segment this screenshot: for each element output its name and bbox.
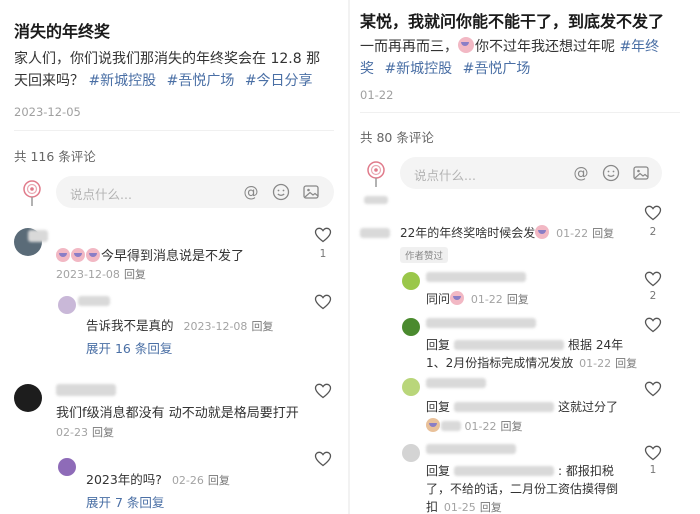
right-post-panel: 某悦，我就问你能不能干了，到底发不发了 一而再再而三， 你不过年我还想过年呢 #年…: [350, 0, 700, 514]
avatar[interactable]: [402, 378, 420, 396]
expand-replies-link[interactable]: 展开 16 条回复: [86, 338, 172, 357]
comment-meta: 2023-12-08 回复: [56, 268, 146, 281]
comment-count: 共 116 条评论: [14, 149, 96, 164]
post-body-line-1: 一而再再而三，: [360, 39, 458, 55]
reply-button[interactable]: 回复: [251, 320, 273, 333]
avatar[interactable]: [58, 296, 76, 314]
blurred-username: [28, 230, 48, 242]
lollipop-avatar-icon: [20, 179, 44, 207]
reply-text: 告诉我不是真的 2023-12-08 回复: [86, 318, 274, 333]
comment-text: 今早得到消息说是不发了: [56, 245, 244, 264]
blurred-username: [56, 384, 116, 396]
heart-icon[interactable]: [644, 316, 662, 334]
blurred-username: [426, 318, 536, 328]
post-body: 一而再再而三， 你不过年我还想过年呢 #年终 奖 #新城控股 #吾悦广场: [360, 37, 660, 77]
like-count: 2: [649, 226, 657, 238]
comment-text-line-3: 扣 01-25 回复: [426, 500, 502, 514]
expand-replies-link[interactable]: 展开 7 条回复: [86, 492, 164, 511]
blurred-username: [426, 272, 526, 282]
post-title: 消失的年终奖: [14, 22, 111, 41]
pig-emoji-icon: [458, 37, 474, 53]
heart-icon[interactable]: [314, 226, 332, 244]
comment-count: 共 80 条评论: [360, 130, 434, 145]
lollipop-avatar-icon: [364, 160, 388, 188]
reply-button[interactable]: 回复: [124, 268, 146, 281]
like-count: 1: [319, 248, 327, 260]
comment-text: 我们f级消息都没有 动不动就是格局要打开: [56, 406, 299, 421]
comment-input[interactable]: 说点什么... @: [400, 157, 662, 189]
comment-text-line-2: 了，不给的话，二月份工资估摸得倒: [426, 482, 619, 496]
comment-input-placeholder: 说点什么...: [70, 187, 132, 202]
post-date: 01-22: [360, 88, 394, 102]
avatar[interactable]: [14, 384, 42, 412]
heart-icon[interactable]: [644, 444, 662, 462]
reply-button[interactable]: 回复: [500, 420, 522, 433]
avatar[interactable]: [402, 444, 420, 462]
heart-icon[interactable]: [314, 382, 332, 400]
emoji-icon: [426, 418, 440, 432]
reply-button[interactable]: 回复: [480, 501, 502, 514]
avatar[interactable]: [402, 272, 420, 290]
heart-icon[interactable]: [644, 270, 662, 288]
smile-icon[interactable]: [602, 164, 620, 182]
blurred-username: [426, 444, 516, 454]
hashtag-link[interactable]: #新城控股: [88, 73, 156, 89]
image-icon[interactable]: [632, 164, 650, 182]
post-body: 家人们，你们说我们那消失的年终奖会在 12.8 那 天回来吗？ #新城控股 #吾…: [14, 48, 344, 92]
comment-text: 回复 这就过分了: [426, 400, 619, 414]
like-count: 1: [649, 464, 657, 476]
blurred-username: [364, 196, 388, 204]
pig-emoji-icon: [535, 225, 550, 239]
avatar[interactable]: [402, 318, 420, 336]
blurred-username: [360, 228, 390, 238]
divider: [14, 130, 334, 131]
at-icon[interactable]: @: [242, 183, 260, 201]
comment-meta: 02-23 回复: [56, 426, 114, 439]
like-count: 2: [649, 290, 657, 302]
reply-button[interactable]: 回复: [507, 293, 529, 306]
pig-emoji-icon: [56, 248, 70, 262]
pig-emoji-icon: [71, 248, 85, 262]
post-date: 2023-12-05: [14, 105, 81, 119]
left-post-panel: 消失的年终奖 家人们，你们说我们那消失的年终奖会在 12.8 那 天回来吗？ #…: [0, 0, 348, 514]
hashtag-link[interactable]: #今日分享: [245, 73, 313, 89]
smile-icon[interactable]: [272, 183, 290, 201]
post-title: 某悦，我就问你能不能干了，到底发不发了: [360, 12, 665, 31]
hashtag-link[interactable]: #吾悦广场: [167, 73, 235, 89]
reply-button[interactable]: 回复: [592, 227, 614, 240]
image-icon[interactable]: [302, 183, 320, 201]
blurred-username: [78, 296, 110, 306]
divider: [360, 112, 680, 113]
heart-icon[interactable]: [644, 380, 662, 398]
comment-text: 回复: 都报扣税: [426, 464, 614, 478]
comment-text: 回复 根据 24年: [426, 338, 624, 352]
hashtag-link[interactable]: #年终: [619, 39, 659, 55]
at-icon[interactable]: @: [572, 164, 590, 182]
pig-emoji-icon: [86, 248, 100, 262]
reply-text: 2023年的吗? 02-26 回复: [86, 472, 230, 487]
comment-text: 22年的年终奖啥时候会发 01-22 回复: [400, 225, 615, 240]
reply-button[interactable]: 回复: [92, 426, 114, 439]
pig-emoji-icon: [450, 291, 465, 305]
comment-meta: 01-22 回复: [426, 418, 522, 434]
comment-input[interactable]: 说点什么... @: [56, 176, 334, 208]
post-body-line-1: 家人们，你们说我们那消失的年终奖会在 12.8 那: [14, 51, 321, 67]
heart-icon[interactable]: [314, 450, 332, 468]
reply-button[interactable]: 回复: [208, 474, 230, 487]
heart-icon[interactable]: [314, 293, 332, 311]
comment-text: 同问 01-22 回复: [426, 291, 529, 306]
author-liked-badge: 作者赞过: [400, 247, 449, 263]
heart-icon[interactable]: [644, 204, 662, 222]
comment-input-placeholder: 说点什么...: [414, 168, 476, 183]
reply-button[interactable]: 回复: [615, 357, 637, 370]
avatar[interactable]: [58, 458, 76, 476]
hashtag-link[interactable]: #吾悦广场: [463, 61, 531, 77]
hashtag-link[interactable]: #新城控股: [384, 61, 452, 77]
hashtag-link[interactable]: 奖: [360, 61, 374, 77]
comment-text-line-2: 1、2月份指标完成情况发放 01-22 回复: [426, 356, 638, 370]
post-body-line-2: 天回来吗？: [14, 73, 84, 89]
blurred-username: [426, 378, 486, 388]
